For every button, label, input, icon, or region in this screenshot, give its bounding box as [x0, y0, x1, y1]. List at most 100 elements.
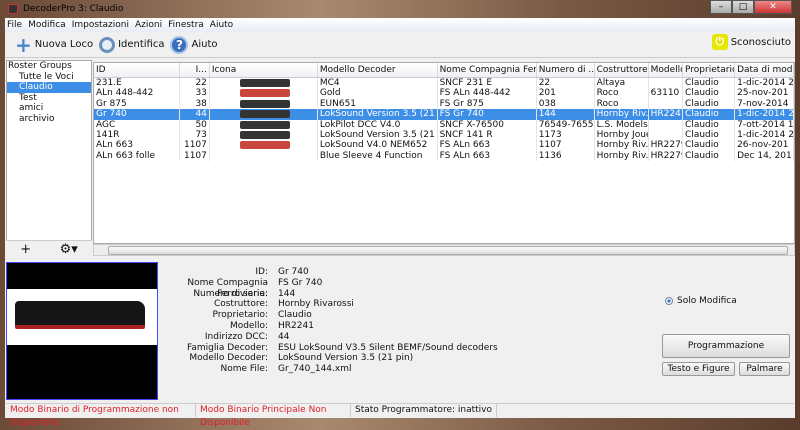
- table-cell: Blue Sleeve 4 Function: [318, 150, 438, 162]
- new-loco-label: Nuova Loco: [34, 39, 94, 50]
- power-status: Sconosciuto: [730, 36, 791, 48]
- toolbar: + Nuova Loco Identifica ? Aiuto ⏻ Sconosciu…: [5, 32, 795, 58]
- column-header[interactable]: Modello: [649, 63, 684, 77]
- group-item[interactable]: amici: [7, 103, 91, 114]
- main-track-status: Modo Binario Principale Non Disponibile: [196, 404, 351, 428]
- detail-value: Hornby Rivarossi: [278, 299, 354, 310]
- scrollbar-thumb[interactable]: [108, 246, 788, 255]
- column-header[interactable]: Proprietario: [683, 63, 736, 77]
- identify-label: Identifica: [118, 39, 165, 50]
- icon-cell: [210, 88, 318, 99]
- table-cell: Hornby Riv...: [596, 140, 649, 151]
- table-row[interactable]: 231.E 22 MC4 SNCF 231 E 22 Altaya Claudio 1-dic…: [94, 78, 794, 89]
- detail-row: Costruttore: Hornby Rivarossi: [160, 299, 498, 310]
- horizontal-scrollbar[interactable]: [93, 244, 795, 256]
- maximize-button[interactable]: □: [732, 0, 754, 14]
- solo-modifica-radio[interactable]: Solo Modifica: [665, 296, 737, 306]
- icon-cell: [210, 109, 318, 120]
- close-button[interactable]: ✕: [754, 0, 792, 14]
- table-row[interactable]: ALn 663 folle 1107 Blue Sleeve 4 Function F…: [94, 150, 794, 162]
- icon-cell: [210, 129, 318, 141]
- help-label: Aiuto: [191, 39, 218, 50]
- detail-value: HR2241: [278, 320, 314, 331]
- table-row[interactable]: Gr 74044 LokSound Version 3.5 (21 pin)FS …: [94, 109, 794, 120]
- table-header: ID I... Icona Modello Decoder Nome Compagnia…: [94, 63, 794, 78]
- detail-value: 44: [278, 331, 290, 342]
- menu-modifica[interactable]: Modifica: [28, 20, 66, 30]
- detail-label: Costruttore:: [213, 299, 268, 310]
- locomotive-picture: [15, 301, 145, 329]
- detail-row: ID: Gr 740: [160, 267, 498, 278]
- palmare-button[interactable]: Palmare: [739, 362, 790, 376]
- table-cell: Claudio: [683, 78, 736, 89]
- testo-figure-button[interactable]: Testo e Figure: [662, 362, 735, 376]
- programmazione-button[interactable]: Programmazione: [662, 334, 790, 358]
- detail-label: Nome Compagnia Ferroviaria:: [187, 277, 268, 299]
- column-header[interactable]: ID: [94, 63, 181, 77]
- group-item[interactable]: Test: [7, 93, 91, 104]
- add-group-button[interactable]: +: [20, 242, 31, 257]
- menu-impostazioni[interactable]: Impostazioni: [72, 20, 129, 30]
- client-area: File Modifica Impostazioni Azioni Finest…: [5, 18, 795, 428]
- group-item[interactable]: Tutte le Voci: [7, 72, 91, 83]
- table-cell: L.S. Models: [596, 119, 649, 130]
- table-cell: 25-nov-201: [735, 88, 794, 99]
- roster-groups-header[interactable]: Roster Groups: [7, 61, 91, 72]
- table-cell: 1-dic-2014 2: [737, 109, 794, 120]
- icon-cell: [210, 78, 318, 89]
- table-cell: Hornby Riv...: [596, 150, 649, 162]
- table-cell: Gr 740: [94, 109, 181, 120]
- table-cell: Roco: [595, 88, 649, 99]
- table-row[interactable]: Gr 875 38 EUN651 FS Gr 875 038 Roco Claudio 7-n…: [94, 98, 794, 110]
- detail-value: LokSound Version 3.5 (21 pin): [278, 353, 414, 364]
- loco-icon: [239, 99, 290, 108]
- help-button[interactable]: ? Aiuto: [170, 35, 218, 54]
- table-row[interactable]: ALn 448-442 33 Gold FS ALn 448-442 201 Roco 63…: [94, 88, 794, 99]
- column-header[interactable]: Modello Decoder: [318, 63, 438, 77]
- new-loco-button[interactable]: + Nuova Loco: [15, 33, 93, 57]
- table-cell: Claudio: [683, 140, 736, 151]
- table-cell: 38: [180, 98, 210, 110]
- menu-azioni[interactable]: Azioni: [135, 20, 162, 30]
- table-cell: 63110: [649, 88, 684, 99]
- menu-finestra[interactable]: Finestra: [168, 20, 204, 30]
- table-cell: SNCF 141 R: [438, 129, 537, 141]
- app-icon: [8, 4, 18, 14]
- table-row[interactable]: AGC 50 LokPilot DCC V4.0 SNCF X-76500 76549-…: [94, 119, 794, 130]
- table-cell: [649, 98, 684, 110]
- menu-bar: File Modifica Impostazioni Azioni Finest…: [5, 18, 795, 32]
- column-header[interactable]: Nome Compagnia Fer...: [438, 63, 537, 77]
- table-cell: SNCF X-76500: [438, 119, 537, 130]
- detail-row: Indirizzo DCC: 44: [160, 332, 498, 343]
- table-cell: HR2279: [650, 140, 684, 151]
- table-cell: HR2241: [650, 109, 684, 120]
- detail-label: ID:: [255, 267, 268, 277]
- power-button[interactable]: ⏻ Sconosciuto: [711, 34, 791, 50]
- detail-row: Numero di serie: 144: [160, 289, 498, 300]
- table-row[interactable]: ALn 663 1107 LokSound V4.0 NEM652 FS ALn 66…: [94, 140, 794, 151]
- app-window: DecoderPro 3: Claudio – □ ✕ File Modific…: [4, 0, 796, 428]
- minimize-button[interactable]: –: [710, 0, 732, 14]
- table-cell: HR2279: [650, 150, 684, 162]
- column-header[interactable]: Numero di ...: [537, 63, 595, 77]
- detail-row: Modello Decoder: LokSound Version 3.5 (21…: [160, 353, 498, 364]
- column-header[interactable]: I...: [180, 63, 210, 77]
- table-row[interactable]: 141R73 LokSound Version 3.5 (21 pin)SNCF …: [94, 129, 794, 141]
- column-header[interactable]: Icona: [210, 63, 318, 77]
- table-cell: LokSound V4.0 NEM652: [318, 140, 438, 151]
- menu-file[interactable]: File: [7, 20, 22, 30]
- table-cell: SNCF 231 E: [438, 78, 537, 89]
- menu-aiuto[interactable]: Aiuto: [210, 20, 233, 30]
- detail-label: Indirizzo DCC:: [204, 331, 268, 342]
- gear-icon[interactable]: ⚙▾: [60, 242, 78, 257]
- table-cell: LokSound Version 3.5 (21 pin): [318, 109, 438, 120]
- icon-cell: [210, 150, 318, 162]
- radio-icon: [665, 297, 673, 305]
- table-cell: Roco: [595, 98, 649, 110]
- group-item[interactable]: archivio: [7, 114, 91, 125]
- column-header[interactable]: Costruttore: [595, 63, 649, 77]
- group-item[interactable]: Claudio: [7, 82, 91, 93]
- loco-icon: [239, 89, 290, 98]
- identify-button[interactable]: Identifica: [99, 36, 165, 53]
- column-header[interactable]: Data di mod: [735, 63, 794, 77]
